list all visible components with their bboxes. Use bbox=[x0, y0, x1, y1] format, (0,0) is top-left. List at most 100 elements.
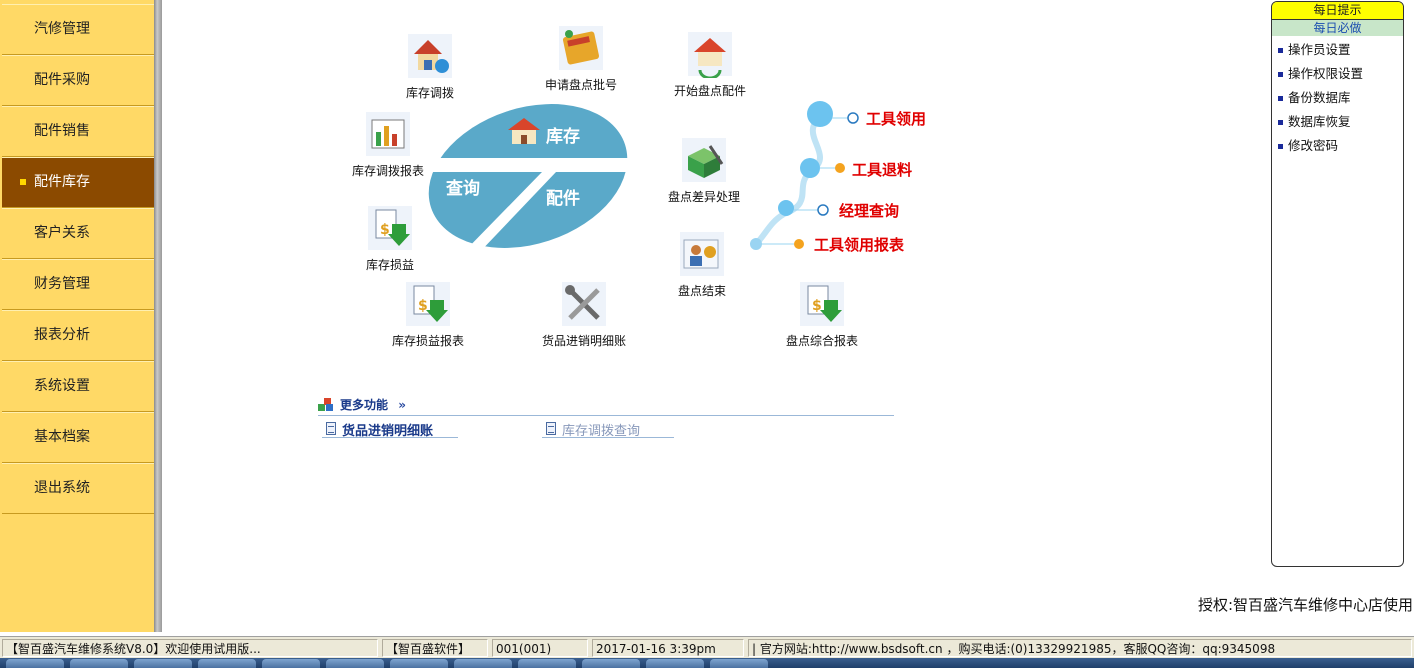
tile-start-count[interactable]: 开始盘点配件 bbox=[672, 30, 748, 99]
tile-count-end[interactable]: 盘点结束 bbox=[666, 230, 738, 299]
taskbar-button[interactable] bbox=[70, 659, 128, 668]
tool-return-link[interactable]: 工具退料 bbox=[852, 159, 912, 180]
ticket-icon bbox=[559, 26, 603, 70]
tile-count-summary-report[interactable]: $ 盘点综合报表 bbox=[782, 280, 862, 349]
nav-item-purchase[interactable]: 配件采购 bbox=[2, 55, 154, 106]
nav-item-label: 客户关系 bbox=[34, 225, 90, 241]
inventory-hub: 库存 查询 配件 bbox=[424, 104, 632, 256]
box-pen-icon bbox=[682, 138, 726, 182]
sidebar: 汽修管理 配件采购 配件销售 配件库存 客户关系 财务管理 报表分析 系统设置 … bbox=[0, 0, 162, 632]
daily-tips-subtitle: 每日必做 bbox=[1272, 20, 1403, 36]
tile-transfer-report[interactable]: 库存调拨报表 bbox=[350, 110, 426, 179]
nav-item-label: 系统设置 bbox=[34, 378, 90, 394]
tip-item-label: 数据库恢复 bbox=[1288, 114, 1351, 129]
tile-stock-transfer[interactable]: 库存调拨 bbox=[396, 32, 464, 101]
license-text: 授权:智百盛汽车维修中心店使用 bbox=[1198, 596, 1414, 614]
bullet-icon bbox=[1278, 48, 1283, 53]
tip-item-operator-settings[interactable]: 操作员设置 bbox=[1272, 38, 1403, 62]
bullet-icon bbox=[1278, 120, 1283, 125]
nav-item-reports[interactable]: 报表分析 bbox=[2, 310, 154, 361]
tool-manager-query-link[interactable]: 经理查询 bbox=[839, 200, 899, 221]
tip-item-change-password[interactable]: 修改密码 bbox=[1272, 134, 1403, 158]
hub-left-label: 查询 bbox=[445, 178, 480, 199]
bullet-icon bbox=[1278, 144, 1283, 149]
taskbar-button[interactable] bbox=[582, 659, 640, 668]
status-user: 001(001) bbox=[492, 639, 588, 657]
daily-tips-title: 每日提示 bbox=[1272, 2, 1403, 20]
taskbar-button[interactable] bbox=[326, 659, 384, 668]
taskbar-button[interactable] bbox=[6, 659, 64, 668]
more-functions-section: 更多功能 » 货品进销明细账 库存调拨查询 bbox=[318, 396, 894, 440]
hollow-dot-icon bbox=[847, 112, 859, 124]
taskbar-button[interactable] bbox=[710, 659, 768, 668]
tile-goods-detail[interactable]: 货品进销明细账 bbox=[538, 280, 630, 349]
taskbar-button[interactable] bbox=[198, 659, 256, 668]
tip-item-label: 备份数据库 bbox=[1288, 90, 1351, 105]
bullet-icon bbox=[1278, 96, 1283, 101]
tile-apply-count-no[interactable]: 申请盘点批号 bbox=[542, 24, 620, 93]
tool-borrow-link[interactable]: 工具领用 bbox=[866, 108, 926, 129]
taskbar-button[interactable] bbox=[134, 659, 192, 668]
more-functions-header: 更多功能 » bbox=[318, 396, 894, 416]
home-refresh-icon bbox=[688, 32, 732, 78]
more-link-transfer-query[interactable]: 库存调拨查询 bbox=[542, 420, 674, 439]
nav-item-label: 退出系统 bbox=[34, 480, 90, 496]
app-window: 汽修管理 配件采购 配件销售 配件库存 客户关系 财务管理 报表分析 系统设置 … bbox=[0, 0, 1414, 668]
orange-dot-icon bbox=[794, 239, 804, 249]
nav-item-label: 汽修管理 bbox=[34, 21, 90, 37]
dollar-doc-icon: $ bbox=[800, 282, 844, 326]
nav-item-label: 报表分析 bbox=[34, 327, 90, 343]
nav-item-repair[interactable]: 汽修管理 bbox=[2, 4, 154, 55]
tile-label: 库存调拨报表 bbox=[351, 164, 424, 178]
tile-label: 库存损益 bbox=[365, 258, 414, 272]
status-bar: 【智百盛汽车维修系统V8.0】欢迎使用试用版... 【智百盛软件】 001(00… bbox=[0, 636, 1414, 658]
tile-label: 申请盘点批号 bbox=[544, 78, 617, 92]
sidebar-nav: 汽修管理 配件采购 配件销售 配件库存 客户关系 财务管理 报表分析 系统设置 … bbox=[2, 4, 154, 514]
tile-label: 库存损益报表 bbox=[391, 334, 464, 348]
active-bullet-icon bbox=[20, 179, 26, 185]
tool-borrow-report-link[interactable]: 工具领用报表 bbox=[814, 234, 904, 255]
more-link-label: 货品进销明细账 bbox=[342, 424, 434, 439]
tile-stock-pl[interactable]: $ 库存损益 bbox=[360, 204, 420, 273]
tile-count-diff[interactable]: 盘点差异处理 bbox=[666, 136, 742, 205]
tip-item-backup-db[interactable]: 备份数据库 bbox=[1272, 86, 1403, 110]
bar-chart-icon bbox=[366, 112, 410, 156]
nav-item-settings[interactable]: 系统设置 bbox=[2, 361, 154, 412]
user-money-icon bbox=[680, 232, 724, 276]
status-contact: | 官方网站:http://www.bsdsoft.cn ，购买电话:(0)13… bbox=[748, 639, 1412, 657]
taskbar-button[interactable] bbox=[518, 659, 576, 668]
nav-item-archive[interactable]: 基本档案 bbox=[2, 412, 154, 463]
more-link-label: 库存调拨查询 bbox=[562, 424, 641, 439]
nav-item-crm[interactable]: 客户关系 bbox=[2, 208, 154, 259]
orange-dot-icon bbox=[835, 163, 845, 173]
status-company: 【智百盛软件】 bbox=[382, 639, 488, 657]
tip-item-permission-settings[interactable]: 操作权限设置 bbox=[1272, 62, 1403, 86]
hub-right-label: 配件 bbox=[546, 188, 580, 209]
nav-item-sales[interactable]: 配件销售 bbox=[2, 106, 154, 157]
nav-item-label: 配件销售 bbox=[34, 123, 90, 139]
tile-label: 库存调拨 bbox=[405, 86, 454, 100]
tile-stock-pl-report[interactable]: $ 库存损益报表 bbox=[388, 280, 468, 349]
more-functions-links: 货品进销明细账 库存调拨查询 bbox=[318, 416, 894, 440]
taskbar-button[interactable] bbox=[262, 659, 320, 668]
sidebar-divider bbox=[154, 0, 162, 632]
double-chevron-icon: » bbox=[398, 398, 406, 412]
more-link-goods-detail[interactable]: 货品进销明细账 bbox=[322, 420, 458, 439]
svg-text:$: $ bbox=[418, 298, 428, 314]
tip-item-label: 操作权限设置 bbox=[1288, 66, 1364, 81]
warehouse-icon bbox=[408, 34, 452, 78]
nav-item-inventory[interactable]: 配件库存 bbox=[2, 157, 154, 208]
status-welcome: 【智百盛汽车维修系统V8.0】欢迎使用试用版... bbox=[2, 639, 378, 657]
tip-item-label: 操作员设置 bbox=[1288, 42, 1351, 57]
tip-item-restore-db[interactable]: 数据库恢复 bbox=[1272, 110, 1403, 134]
tile-label: 货品进销明细账 bbox=[541, 334, 626, 348]
taskbar-button[interactable] bbox=[454, 659, 512, 668]
hub-top-label: 库存 bbox=[546, 126, 580, 147]
nav-item-finance[interactable]: 财务管理 bbox=[2, 259, 154, 310]
daily-tips-list: 操作员设置 操作权限设置 备份数据库 数据库恢复 修改密码 bbox=[1272, 36, 1403, 158]
taskbar-button[interactable] bbox=[390, 659, 448, 668]
nav-item-label: 配件库存 bbox=[34, 174, 90, 190]
taskbar-button[interactable] bbox=[646, 659, 704, 668]
svg-text:$: $ bbox=[812, 298, 822, 314]
nav-item-exit[interactable]: 退出系统 bbox=[2, 463, 154, 514]
